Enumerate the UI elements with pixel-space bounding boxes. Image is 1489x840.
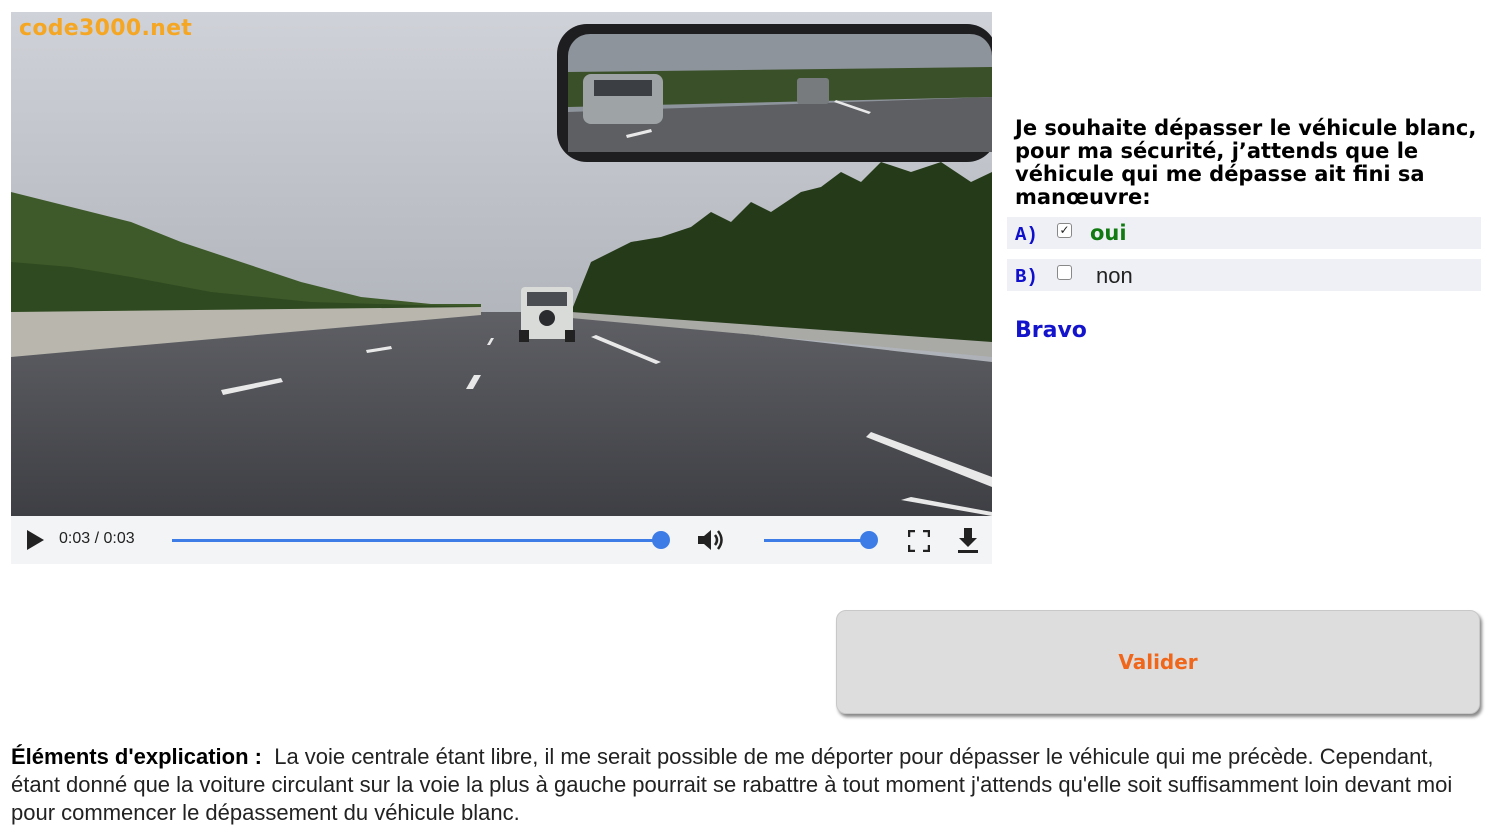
- video-controls: 0:03 / 0:03: [11, 516, 992, 564]
- fullscreen-icon[interactable]: [908, 530, 930, 552]
- volume-slider[interactable]: [764, 539, 868, 542]
- answer-label: oui: [1090, 221, 1127, 245]
- answer-letter: A): [1015, 224, 1038, 246]
- explanation-block: Éléments d'explication : La voie central…: [11, 743, 1481, 827]
- question-text: Je souhaite dépasser le véhicule blanc, …: [1015, 116, 1477, 209]
- progress-thumb[interactable]: [652, 531, 670, 549]
- watermark-logo: code3000.net: [19, 16, 193, 41]
- video-player[interactable]: code3000.net 0:03 / 0:03: [11, 12, 992, 564]
- answer-b-checkbox[interactable]: [1057, 265, 1072, 280]
- volume-icon[interactable]: [696, 528, 726, 552]
- answer-option-a[interactable]: A) ✓ oui: [1007, 217, 1481, 249]
- road-scene-image: [11, 12, 992, 516]
- play-icon[interactable]: [27, 530, 44, 550]
- answer-option-b[interactable]: B) non: [1007, 259, 1481, 291]
- time-display: 0:03 / 0:03: [59, 530, 135, 547]
- progress-bar[interactable]: [172, 539, 661, 542]
- feedback-message: Bravo: [1015, 318, 1087, 343]
- answer-letter: B): [1015, 266, 1038, 288]
- volume-thumb[interactable]: [860, 531, 878, 549]
- answer-label: non: [1096, 263, 1133, 288]
- download-icon[interactable]: [956, 526, 980, 554]
- explanation-label: Éléments d'explication :: [11, 744, 262, 769]
- answer-a-checkbox[interactable]: ✓: [1057, 223, 1072, 238]
- video-frame[interactable]: code3000.net: [11, 12, 992, 516]
- submit-button[interactable]: Valider: [836, 610, 1480, 714]
